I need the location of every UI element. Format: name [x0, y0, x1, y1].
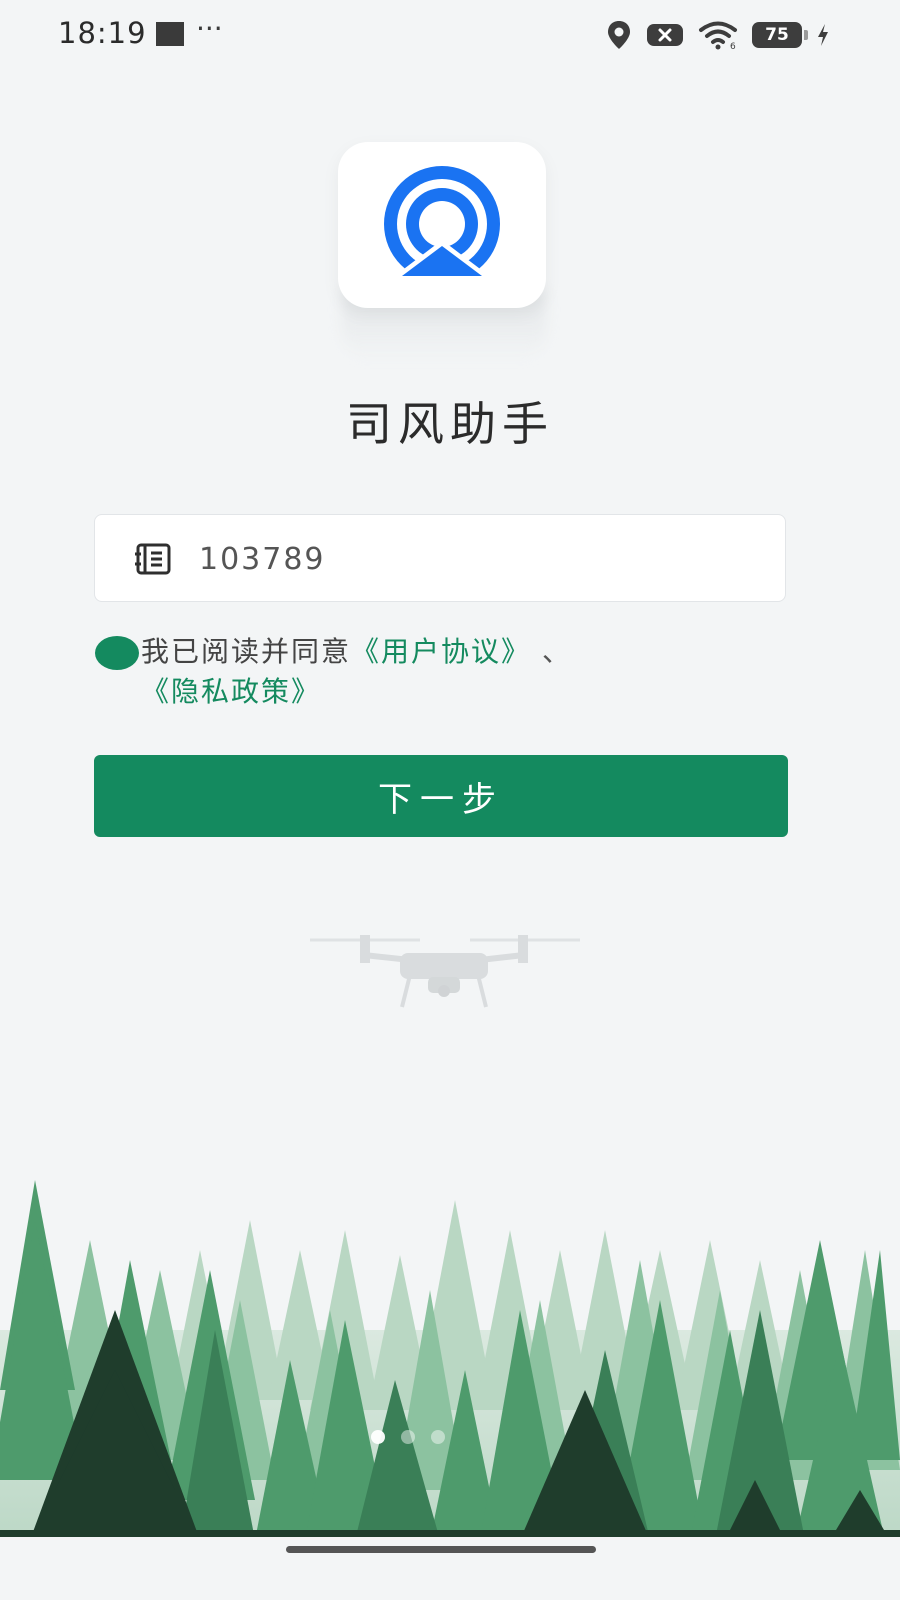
agreement-prefix: 我已阅读并同意 [141, 635, 352, 668]
svg-text:6: 6 [730, 42, 736, 50]
status-bar: 18:19 ··· 6 75 [0, 0, 900, 70]
status-time: 18:19 [58, 16, 147, 50]
forest-illustration [0, 1180, 900, 1540]
notification-square-icon [156, 22, 184, 46]
pager-dot-1[interactable] [371, 1430, 385, 1444]
account-input-box[interactable] [94, 514, 786, 602]
notification-x-icon [647, 24, 683, 46]
status-icons: 6 75 [606, 18, 830, 52]
drone-illustration [310, 935, 580, 1008]
charging-icon [818, 24, 828, 46]
agreement-text: 我已阅读并同意《用户协议》 、 《隐私政策》 [141, 632, 761, 712]
list-icon [135, 543, 171, 575]
app-title: 司风助手 [346, 397, 554, 451]
pager-dot-2[interactable] [401, 1430, 415, 1444]
location-icon [608, 21, 630, 49]
battery-icon: 75 [752, 22, 808, 48]
account-input[interactable] [199, 537, 759, 581]
battery-level: 75 [765, 25, 789, 45]
agreement-separator: 、 [541, 635, 572, 668]
next-button[interactable]: 下一步 [94, 755, 788, 837]
app-logo [338, 142, 546, 308]
agreement-radio[interactable] [95, 636, 139, 670]
pager-dots [371, 1430, 445, 1444]
wifi-icon: 6 [699, 21, 737, 50]
privacy-policy-link[interactable]: 《隐私政策》 [141, 675, 321, 708]
signal-ring-logo [370, 166, 514, 286]
pager-dot-3[interactable] [431, 1430, 445, 1444]
home-indicator[interactable] [286, 1546, 596, 1553]
status-dots: ··· [196, 12, 223, 45]
user-agreement-link[interactable]: 《用户协议》 [351, 635, 531, 668]
login-screen: 18:19 ··· 6 75 司风助手 103789 我已阅读并同意《用户协议》… [0, 0, 900, 1600]
